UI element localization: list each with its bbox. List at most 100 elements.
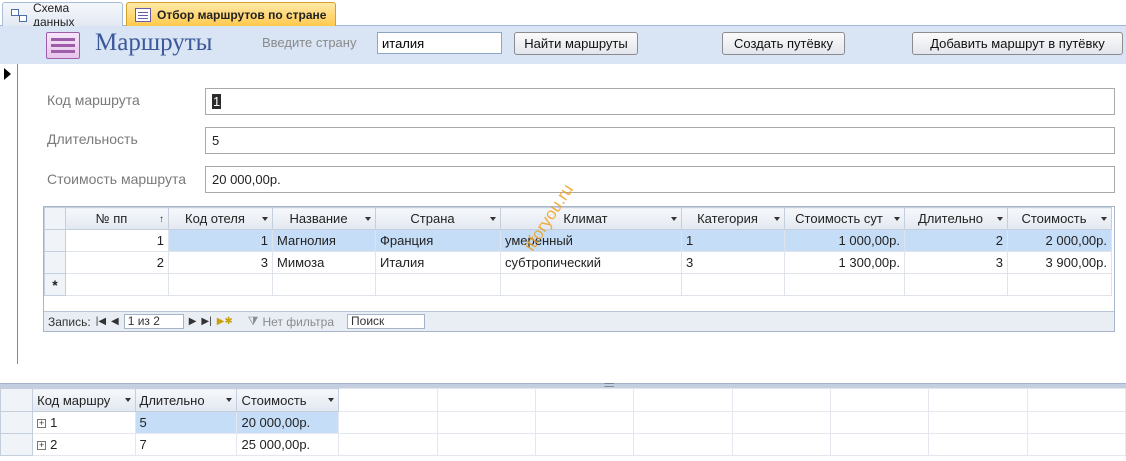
column-header-country[interactable]: Страна [375, 207, 501, 230]
new-cell[interactable] [375, 273, 501, 296]
duration-label: Длительность [47, 131, 138, 147]
select-all-cell[interactable] [0, 388, 34, 412]
route-code-field[interactable]: 1 [205, 88, 1115, 115]
duration-field[interactable]: 5 [205, 127, 1115, 154]
expand-plus-icon[interactable]: + [37, 419, 47, 429]
empty-header [535, 388, 635, 412]
table-row[interactable]: 1 1 Магнолия Франция умеренный 1 1 000,0… [44, 229, 1112, 252]
empty-cell [535, 411, 635, 434]
table-row[interactable]: +1 5 20 000,00р. [0, 411, 1126, 434]
new-cell[interactable] [904, 273, 1008, 296]
new-record-row[interactable]: * [44, 273, 1112, 296]
cell-route-code[interactable]: +2 [32, 433, 136, 456]
new-cell[interactable] [272, 273, 376, 296]
next-record-icon[interactable]: ▶ [189, 316, 197, 327]
search-input[interactable]: Поиск [347, 314, 426, 329]
cell-hotel-code[interactable]: 3 [168, 251, 273, 274]
new-cell[interactable] [65, 273, 169, 296]
table-row[interactable]: +2 7 25 000,00р. [0, 433, 1126, 456]
cell-duration[interactable]: 7 [134, 433, 238, 456]
record-selector[interactable] [0, 64, 18, 364]
empty-header [436, 388, 537, 412]
cell-category[interactable]: 3 [681, 251, 785, 274]
new-cell[interactable] [784, 273, 905, 296]
column-header-name[interactable]: Название [272, 207, 376, 230]
create-voucher-button[interactable]: Создать путёвку [722, 32, 845, 55]
datasheet-header-row: Код маршру Длительно Стоимость [0, 388, 1126, 412]
empty-header [1026, 388, 1126, 412]
cell-total-cost[interactable]: 2 000,00р. [1007, 229, 1112, 252]
prev-record-icon[interactable]: ◀ [111, 316, 119, 327]
cell-route-code[interactable]: +1 [32, 411, 136, 434]
cell-duration[interactable]: 5 [134, 411, 238, 434]
new-cell[interactable] [681, 273, 785, 296]
cell-day-cost[interactable]: 1 300,00р. [784, 251, 905, 274]
hotels-datasheet: № пп ↑ Код отеля Название Страна Климат К… [44, 207, 1112, 296]
column-dropdown-icon [365, 217, 371, 221]
row-selector[interactable] [0, 411, 34, 434]
column-header-cost[interactable]: Стоимость [236, 388, 340, 412]
empty-cell [1026, 411, 1126, 434]
column-header-day-cost[interactable]: Стоимость сут [784, 207, 905, 230]
route-code-label: Код маршрута [47, 92, 140, 108]
expand-plus-icon[interactable]: + [37, 441, 47, 451]
column-header-duration[interactable]: Длительно [904, 207, 1008, 230]
record-position-input[interactable]: 1 из 2 [123, 314, 184, 329]
empty-cell [829, 433, 930, 456]
form-detail: Код маршрута 1 Длительность 5 Стоимость … [0, 64, 1126, 364]
last-record-icon[interactable]: ▶| [201, 316, 211, 327]
relationships-icon [11, 8, 27, 22]
empty-cell [436, 433, 537, 456]
column-header-category[interactable]: Категория [681, 207, 785, 230]
tab-data-schema[interactable]: Схема данных [2, 1, 123, 29]
new-cell[interactable] [1007, 273, 1112, 296]
cell-country[interactable]: Италия [375, 251, 501, 274]
first-record-icon[interactable]: |◀ [96, 316, 106, 327]
cell-number[interactable]: 1 [65, 229, 169, 252]
empty-cell [338, 411, 438, 434]
select-all-cell[interactable] [44, 207, 66, 230]
empty-cell [731, 411, 831, 434]
row-selector[interactable] [44, 251, 66, 274]
cell-hotel-code[interactable]: 1 [168, 229, 273, 252]
column-header-duration[interactable]: Длительно [134, 388, 238, 412]
filter-toggle[interactable]: ⧩ Нет фильтра [248, 314, 334, 329]
cell-country[interactable]: Франция [375, 229, 501, 252]
row-selector[interactable] [44, 229, 66, 252]
add-route-to-voucher-button[interactable]: Добавить маршрут в путёвку [912, 32, 1123, 55]
column-dropdown-icon [124, 398, 131, 402]
cell-cost[interactable]: 25 000,00р. [236, 433, 340, 456]
tab-route-selection[interactable]: Отбор маршрутов по стране [126, 2, 336, 26]
column-header-route-code[interactable]: Код маршру [32, 388, 136, 412]
cell-duration[interactable]: 3 [904, 251, 1008, 274]
empty-header [829, 388, 930, 412]
row-selector[interactable] [0, 433, 34, 456]
empty-cell [338, 433, 438, 456]
column-header-number[interactable]: № пп ↑ [65, 207, 169, 230]
routes-datasheet-pane: Код маршру Длительно Стоимость +1 5 20 0… [0, 388, 1126, 461]
country-input[interactable] [377, 32, 502, 54]
cell-duration[interactable]: 2 [904, 229, 1008, 252]
column-dropdown-icon [997, 217, 1003, 221]
cell-cost[interactable]: 20 000,00р. [236, 411, 340, 434]
new-cell[interactable] [500, 273, 682, 296]
cell-name[interactable]: Магнолия [272, 229, 376, 252]
empty-cell [535, 433, 635, 456]
new-cell[interactable] [168, 273, 273, 296]
empty-header [338, 388, 438, 412]
new-record-nav-icon[interactable]: ▶✱ [217, 316, 233, 327]
column-header-total-cost[interactable]: Стоимость [1007, 207, 1112, 230]
column-header-climate[interactable]: Климат [500, 207, 682, 230]
column-header-hotel-code[interactable]: Код отеля [168, 207, 273, 230]
route-cost-field[interactable]: 20 000,00р. [205, 166, 1115, 193]
cell-category[interactable]: 1 [681, 229, 785, 252]
cell-number[interactable]: 2 [65, 251, 169, 274]
cell-total-cost[interactable]: 3 900,00р. [1007, 251, 1112, 274]
find-routes-button[interactable]: Найти маршруты [514, 32, 638, 55]
cell-name[interactable]: Мимоза [272, 251, 376, 274]
table-row[interactable]: 2 3 Мимоза Италия субтропический 3 1 300… [44, 251, 1112, 274]
cell-climate[interactable]: субтропический [500, 251, 682, 274]
cell-day-cost[interactable]: 1 000,00р. [784, 229, 905, 252]
empty-cell [829, 411, 930, 434]
empty-cell [731, 433, 831, 456]
